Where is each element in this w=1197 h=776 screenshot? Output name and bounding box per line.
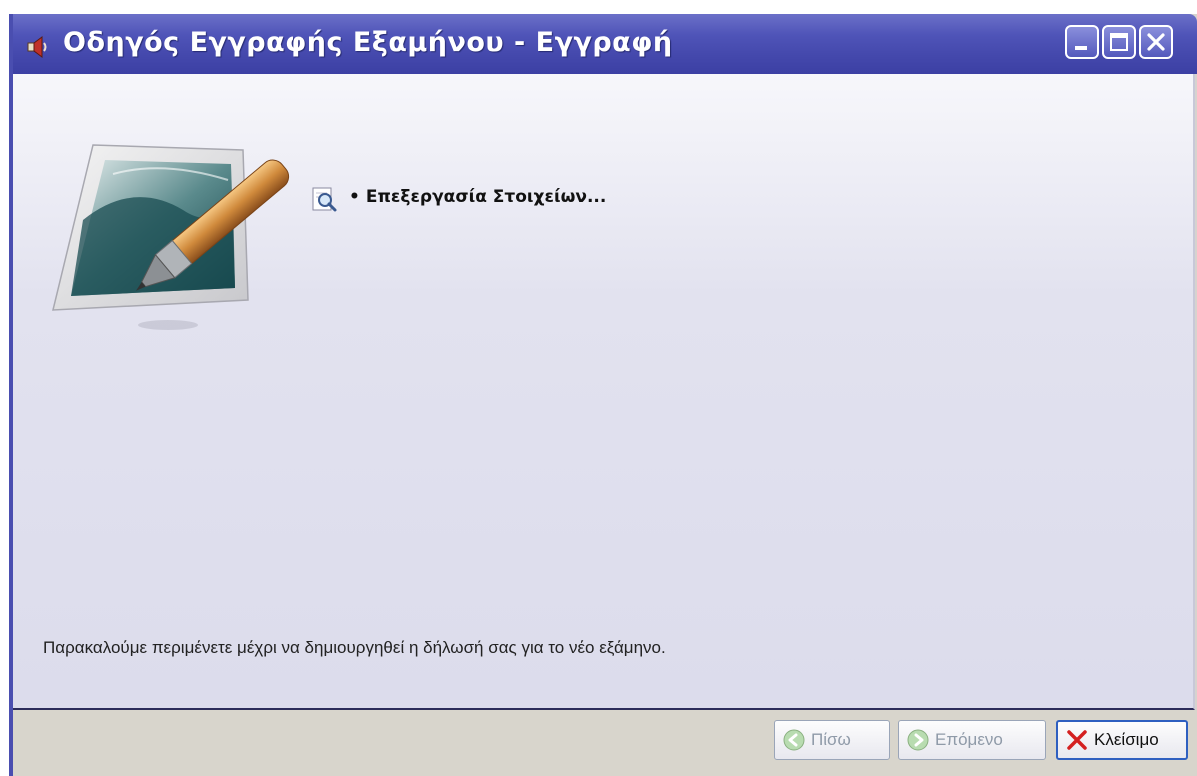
wait-message: Παρακαλούμε περιμένετε μέχρι να δημιουργ… (43, 638, 666, 657)
minimize-button[interactable] (1065, 25, 1099, 59)
back-button[interactable]: Πίσω (774, 720, 890, 760)
back-button-label: Πίσω (811, 730, 851, 749)
maximize-button[interactable] (1102, 25, 1136, 59)
speaker-icon[interactable] (25, 34, 51, 60)
button-bar: Πίσω Επόμενο Κλείσιμο (13, 710, 1197, 776)
close-button[interactable]: Κλείσιμο (1056, 720, 1188, 760)
magnifier-document-icon (312, 187, 337, 212)
green-right-arrow-icon (907, 729, 929, 751)
close-window-button[interactable] (1139, 25, 1173, 59)
bullet: • (349, 187, 360, 207)
wizard-window: Οδηγός Εγγραφής Εξαμήνου - Εγγραφή • Επε… (9, 14, 1197, 776)
status-label: • Επεξεργασία Στοιχείων... (349, 187, 606, 207)
next-button-label: Επόμενο (935, 730, 1003, 749)
red-x-icon (1067, 730, 1087, 750)
edit-document-pen-image (52, 144, 290, 330)
wizard-content: • Επεξεργασία Στοιχείων... Παρακαλούμε πε… (13, 74, 1195, 710)
green-left-arrow-icon (783, 729, 805, 751)
maximize-icon (1110, 33, 1128, 51)
next-button[interactable]: Επόμενο (898, 720, 1046, 760)
window-title: Οδηγός Εγγραφής Εξαμήνου - Εγγραφή (63, 27, 673, 58)
close-icon (1147, 33, 1165, 51)
title-bar[interactable]: Οδηγός Εγγραφής Εξαμήνου - Εγγραφή (13, 14, 1197, 74)
close-button-label: Κλείσιμο (1094, 730, 1159, 749)
minimize-icon (1075, 46, 1087, 50)
status-text: Επεξεργασία Στοιχείων... (365, 187, 607, 207)
